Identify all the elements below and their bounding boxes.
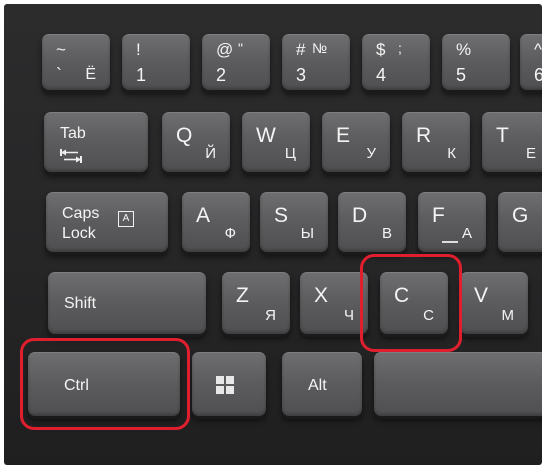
ctrl-label: Ctrl: [64, 377, 89, 394]
key-digit: 3: [296, 65, 307, 85]
key-latin: T: [496, 124, 509, 147]
key-cyrillic: М: [501, 307, 515, 324]
key-5[interactable]: % 5: [442, 34, 510, 90]
key-symbol: #: [296, 40, 306, 59]
key-latin: D: [352, 204, 368, 227]
key-latin: S: [274, 204, 289, 227]
key-digit: 5: [456, 65, 467, 85]
key-cyrillic: В: [381, 225, 392, 242]
key-shift[interactable]: Shift: [48, 272, 206, 334]
key-cyrillic: Ф: [224, 225, 236, 242]
key-cyrillic: К: [447, 145, 456, 162]
key-cyrillic: Я: [265, 307, 276, 324]
key-latin: E: [336, 124, 351, 147]
key-symbol: %: [456, 40, 472, 59]
key-digit: 4: [376, 65, 387, 85]
key-x[interactable]: X Ч: [300, 272, 368, 334]
key-e[interactable]: E У: [322, 112, 390, 172]
key-space[interactable]: [374, 352, 542, 416]
key-tilde[interactable]: ~ ` Ё: [42, 34, 110, 90]
shift-label: Shift: [64, 295, 97, 312]
key-g[interactable]: G: [498, 192, 542, 252]
keyboard-photo: ~ ` Ё ! 1 @ " 2 # № 3 $ ; 4 % 5 ^ 6 Tab: [4, 4, 542, 465]
key-digit: 1: [136, 65, 147, 85]
key-f[interactable]: F А: [418, 192, 486, 252]
tab-arrows-icon: [60, 149, 82, 163]
key-v[interactable]: V М: [460, 272, 528, 334]
key-latin: A: [196, 204, 211, 227]
caps-lock-indicator-icon: A: [118, 211, 134, 227]
key-s[interactable]: S Ы: [260, 192, 328, 252]
key-alt[interactable]: Alt: [282, 352, 362, 416]
key-latin: R: [416, 124, 432, 147]
key-w[interactable]: W Ц: [242, 112, 310, 172]
key-cyrillic: Й: [205, 145, 216, 162]
homing-bump: [442, 241, 458, 243]
alt-label: Alt: [308, 377, 327, 394]
key-4[interactable]: $ ; 4: [362, 34, 430, 90]
key-latin: V: [474, 284, 489, 307]
key-tab[interactable]: Tab: [44, 112, 148, 172]
key-symbol: !: [136, 40, 141, 59]
key-symbol: ~: [56, 40, 66, 59]
key-t[interactable]: T Е: [482, 112, 542, 172]
key-a[interactable]: A Ф: [182, 192, 250, 252]
key-windows[interactable]: [192, 352, 266, 416]
key-ctrl[interactable]: Ctrl: [28, 352, 180, 416]
key-cyrillic: А: [461, 225, 472, 242]
key-cyrillic: С: [423, 307, 434, 324]
key-latin: X: [314, 284, 329, 307]
caps-label-line2: Lock: [62, 225, 96, 242]
key-symbol: @: [216, 40, 234, 59]
key-z[interactable]: Z Я: [222, 272, 290, 334]
key-cyrillic: Ц: [284, 145, 296, 162]
key-q[interactable]: Q Й: [162, 112, 230, 172]
tab-label: Tab: [60, 125, 86, 142]
key-cyrillic-symbol: №: [312, 40, 328, 56]
key-symbol: ^: [534, 40, 542, 59]
key-r[interactable]: R К: [402, 112, 470, 172]
caps-label-line1: Caps: [62, 205, 100, 222]
key-latin: C: [394, 284, 410, 307]
key-symbol: $: [376, 40, 386, 59]
key-cyrillic: У: [366, 145, 376, 162]
key-d[interactable]: D В: [338, 192, 406, 252]
key-cyrillic-symbol: ": [238, 40, 243, 56]
key-cyrillic-symbol: ;: [398, 40, 402, 56]
key-latin: G: [512, 204, 529, 227]
key-digit: 2: [216, 65, 227, 85]
key-latin: F: [432, 204, 445, 227]
key-cyrillic: Е: [525, 145, 536, 162]
key-3[interactable]: # № 3: [282, 34, 350, 90]
key-digit: 6: [534, 65, 542, 85]
key-latin: Z: [236, 284, 249, 307]
key-cyrillic: Ё: [85, 66, 96, 83]
key-symbol: `: [56, 65, 62, 85]
key-6[interactable]: ^ 6: [520, 34, 542, 90]
key-cyrillic: Ы: [300, 225, 314, 242]
key-cyrillic: Ч: [344, 307, 354, 324]
key-latin: Q: [176, 124, 193, 147]
key-1[interactable]: ! 1: [122, 34, 190, 90]
key-c[interactable]: C С: [380, 272, 448, 334]
windows-logo-icon: [216, 376, 234, 394]
key-2[interactable]: @ " 2: [202, 34, 270, 90]
key-caps-lock[interactable]: Caps Lock A: [46, 192, 168, 252]
key-latin: W: [256, 124, 276, 147]
